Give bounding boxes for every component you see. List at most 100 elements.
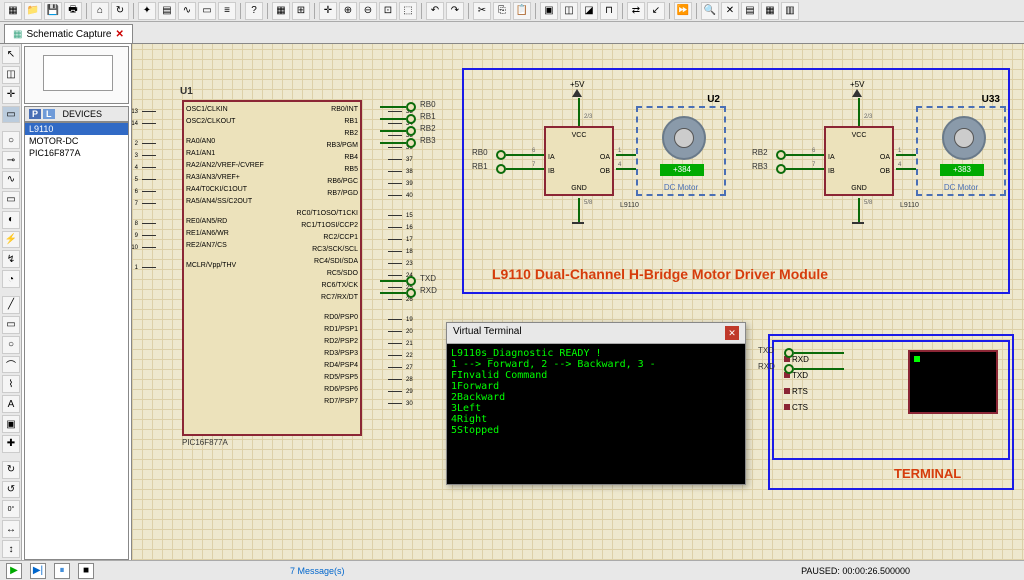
- wire: [616, 154, 636, 156]
- align-icon[interactable]: ⊓: [600, 2, 618, 20]
- group-icon[interactable]: ◫: [560, 2, 578, 20]
- netlist-icon[interactable]: ▥: [781, 2, 799, 20]
- copy-icon[interactable]: ⎘: [493, 2, 511, 20]
- new-icon[interactable]: ▦: [4, 2, 22, 20]
- list-icon[interactable]: ≡: [218, 2, 236, 20]
- instrument-icon[interactable]: ◔: [2, 270, 20, 288]
- pause-icon[interactable]: ⏸: [54, 563, 70, 579]
- zoom-area-icon[interactable]: ⬚: [399, 2, 417, 20]
- circle-icon[interactable]: ○: [2, 336, 20, 354]
- refresh-icon[interactable]: ↻: [111, 2, 129, 20]
- speed-icon[interactable]: ⏩: [674, 2, 692, 20]
- zoom-fit-icon[interactable]: ⊡: [379, 2, 397, 20]
- flip-h-icon[interactable]: ↔: [2, 520, 20, 538]
- vterm-output: L9110s_Diagnostic READY ! 1 --> Forward,…: [447, 344, 745, 484]
- schematic-canvas[interactable]: U1 13OSC1/CLKIN14OSC2/CLKOUT2RA0/AN03RA1…: [132, 44, 1024, 560]
- undo-icon[interactable]: ↶: [426, 2, 444, 20]
- rb1-in-label: RB1: [472, 162, 488, 171]
- flip-v-icon[interactable]: ↕: [2, 540, 20, 558]
- symbol-icon[interactable]: ▣: [2, 415, 20, 433]
- print-icon[interactable]: 🖶: [64, 2, 82, 20]
- step-icon[interactable]: ▶|: [30, 563, 46, 579]
- devices-title: DEVICES: [63, 109, 103, 119]
- rotate-ccw-icon[interactable]: ↺: [2, 481, 20, 499]
- motor2-ref: U33: [982, 94, 1000, 105]
- save-icon[interactable]: 💾: [44, 2, 62, 20]
- snap-icon[interactable]: ⊞: [292, 2, 310, 20]
- tool-icon[interactable]: ✦: [138, 2, 156, 20]
- rxd-term: [784, 364, 794, 374]
- rotate-cw-icon[interactable]: ↻: [2, 461, 20, 479]
- grid-icon[interactable]: ▦: [272, 2, 290, 20]
- cut-icon[interactable]: ✂: [473, 2, 491, 20]
- wire: [380, 280, 406, 282]
- center-icon[interactable]: ✛: [319, 2, 337, 20]
- zoom-out-icon[interactable]: ⊖: [359, 2, 377, 20]
- virtual-terminal-window[interactable]: Virtual Terminal ✕ L9110s_Diagnostic REA…: [446, 322, 746, 485]
- list-item[interactable]: MOTOR-DC: [25, 135, 128, 147]
- redo-icon[interactable]: ↷: [446, 2, 464, 20]
- box-icon[interactable]: ▭: [2, 316, 20, 334]
- list-item[interactable]: L9110: [25, 123, 128, 135]
- pin-num: 5/8: [584, 200, 592, 206]
- text-icon[interactable]: A: [2, 395, 20, 413]
- device-list[interactable]: L9110 MOTOR-DC PIC16F877A: [24, 122, 129, 560]
- home-icon[interactable]: ⌂: [91, 2, 109, 20]
- path-icon[interactable]: ⌇: [2, 375, 20, 393]
- mcu-chip[interactable]: 13OSC1/CLKIN14OSC2/CLKOUT2RA0/AN03RA1/AN…: [182, 100, 362, 436]
- probe-i-icon[interactable]: ↯: [2, 250, 20, 268]
- xfer-icon[interactable]: ⇄: [627, 2, 645, 20]
- lib-button[interactable]: L: [43, 109, 55, 119]
- terminal-icon[interactable]: ○: [2, 131, 20, 149]
- tab-schematic[interactable]: ▦ Schematic Capture ✕: [4, 24, 133, 43]
- bom-icon[interactable]: ▦: [761, 2, 779, 20]
- close-icon[interactable]: ✕: [725, 326, 739, 340]
- help-icon[interactable]: ?: [245, 2, 263, 20]
- rb0-terminal: [406, 102, 416, 112]
- label-icon[interactable]: ▭: [2, 106, 20, 124]
- wire: [896, 154, 916, 156]
- probe-v-icon[interactable]: ⚡: [2, 231, 20, 249]
- messages-count[interactable]: 7 Message(s): [290, 566, 345, 576]
- vterm-titlebar[interactable]: Virtual Terminal ✕: [447, 323, 745, 344]
- paste-icon[interactable]: 📋: [513, 2, 531, 20]
- doc-icon[interactable]: ▭: [198, 2, 216, 20]
- block-icon[interactable]: ▣: [540, 2, 558, 20]
- junction-icon[interactable]: ✛: [2, 86, 20, 104]
- stop-icon[interactable]: ■: [78, 563, 94, 579]
- graph-icon[interactable]: ∿: [2, 171, 20, 189]
- component-icon[interactable]: ◫: [2, 66, 20, 84]
- zoom-in-icon[interactable]: ⊕: [339, 2, 357, 20]
- marker-icon[interactable]: ✚: [2, 435, 20, 453]
- driver2-chip[interactable]: VCC IA IB OA OB GND: [824, 126, 894, 196]
- arc-icon[interactable]: ⌒: [2, 356, 20, 374]
- rb2-label: RB2: [420, 124, 436, 133]
- motor2[interactable]: U33 +383 DC Motor: [916, 106, 1006, 196]
- gen-icon[interactable]: ◐: [2, 211, 20, 229]
- chart-icon[interactable]: ▤: [158, 2, 176, 20]
- motor1[interactable]: U2 +384 DC Motor: [636, 106, 726, 196]
- driver1-chip[interactable]: VCC IA IB OA OB GND: [544, 126, 614, 196]
- import-icon[interactable]: ↙: [647, 2, 665, 20]
- close-icon[interactable]: ✕: [116, 29, 124, 40]
- wave-icon[interactable]: ∿: [178, 2, 196, 20]
- select-icon[interactable]: ↖: [2, 46, 20, 64]
- schematic-icon: ▦: [13, 29, 22, 40]
- canvas-area[interactable]: U1 13OSC1/CLKIN14OSC2/CLKOUT2RA0/AN03RA1…: [132, 44, 1024, 560]
- open-icon[interactable]: 📁: [24, 2, 42, 20]
- ungroup-icon[interactable]: ◪: [580, 2, 598, 20]
- pin-icon[interactable]: ⊸: [2, 151, 20, 169]
- tape-icon[interactable]: ▭: [2, 191, 20, 209]
- pick-button[interactable]: P: [29, 109, 41, 119]
- gnd-label: GND: [826, 185, 892, 192]
- gnd-symbol-1: [572, 222, 584, 224]
- find-icon[interactable]: 🔍: [701, 2, 719, 20]
- play-icon[interactable]: ▶: [6, 563, 22, 579]
- line-icon[interactable]: ╱: [2, 296, 20, 314]
- overview-map[interactable]: [24, 46, 129, 104]
- driver1-part: L9110: [620, 202, 639, 209]
- erc-icon[interactable]: ✕: [721, 2, 739, 20]
- report-icon[interactable]: ▤: [741, 2, 759, 20]
- rxd-net: RXD: [758, 362, 775, 371]
- list-item[interactable]: PIC16F877A: [25, 147, 128, 159]
